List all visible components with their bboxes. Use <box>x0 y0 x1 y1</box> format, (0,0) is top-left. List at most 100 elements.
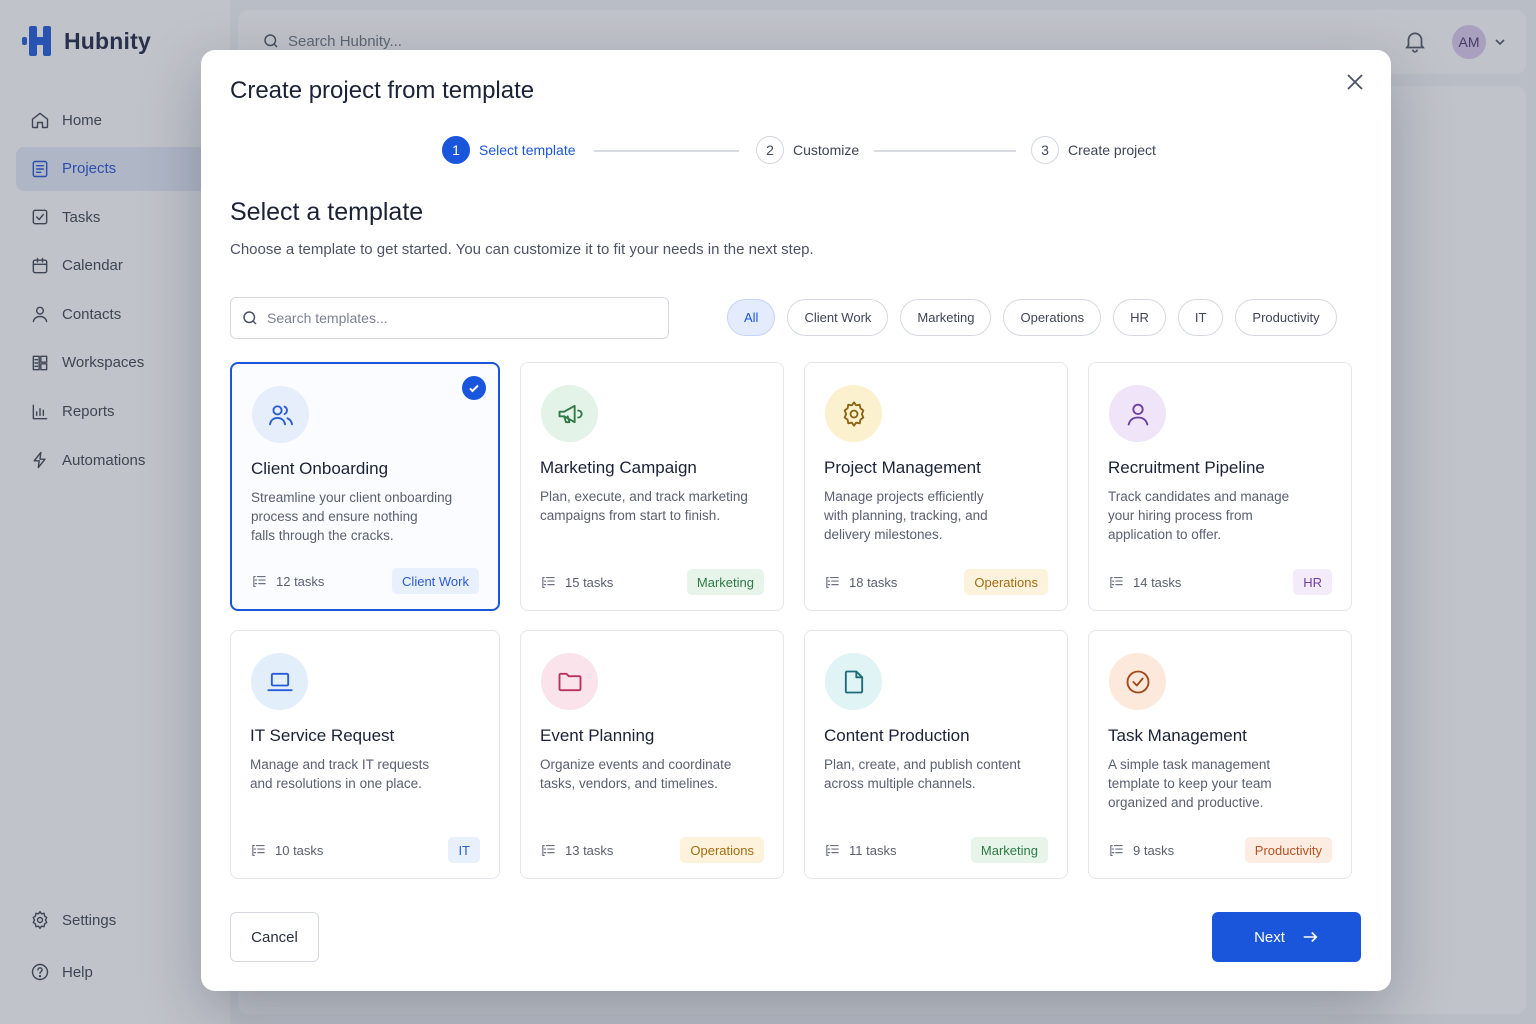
list-icon <box>826 576 839 588</box>
category-tag: IT <box>448 837 480 863</box>
card-footer: 18 tasks Operations <box>824 569 1048 595</box>
create-project-modal: Create project from template 1 Select te… <box>201 50 1391 991</box>
step-number: 1 <box>442 136 470 164</box>
template-card-task-management[interactable]: Task Management A simple task management t… <box>1088 630 1352 879</box>
category-tag: HR <box>1293 569 1332 595</box>
step-label: Select template <box>479 142 576 158</box>
task-count-label: 18 tasks <box>849 574 898 590</box>
cancel-button[interactable]: Cancel <box>230 912 319 962</box>
card-description-line: across multiple channels. <box>824 776 976 791</box>
card-icon-badge <box>541 653 598 710</box>
filter-chip-productivity[interactable]: Productivity <box>1235 299 1337 336</box>
arrow-right-icon <box>1303 931 1318 943</box>
filter-chip-operations[interactable]: Operations <box>1003 299 1102 336</box>
card-title: Content Production <box>824 726 970 745</box>
card-icon-badge <box>252 386 309 443</box>
card-footer: 9 tasks Productivity <box>1108 837 1332 863</box>
category-filters: All Client Work Marketing Operations HR IT Pro… <box>727 299 1337 336</box>
task-count: 18 tasks <box>824 574 897 591</box>
task-count-label: 11 tasks <box>849 842 897 858</box>
card-icon-badge <box>1109 653 1166 710</box>
next-button[interactable]: Next <box>1212 912 1361 962</box>
template-card-marketing-campaign[interactable]: Marketing Campaign Plan, execute, and tra… <box>520 362 784 611</box>
card-description-line: A simple task management <box>1108 757 1271 772</box>
template-card-content-production[interactable]: Content Production Plan, create, and publ… <box>804 630 1068 879</box>
task-count: 14 tasks <box>1108 574 1181 591</box>
step-number: 2 <box>756 136 784 164</box>
filter-chip-all[interactable]: All <box>727 299 776 336</box>
card-description-line: application to offer. <box>1108 527 1222 542</box>
card-description-line: process and ensure nothing <box>251 509 418 524</box>
list-icon <box>252 844 265 856</box>
task-count: 11 tasks <box>824 842 896 859</box>
category-tag: Marketing <box>970 837 1048 863</box>
task-count-label: 14 tasks <box>1133 574 1182 590</box>
step-label: Customize <box>793 142 860 158</box>
card-description-line: Organize events and coordinate <box>540 757 732 772</box>
card-description-line: Manage and track IT requests <box>250 757 430 772</box>
card-description-line: Plan, execute, and track marketing <box>540 489 748 504</box>
card-icon-badge <box>251 653 308 710</box>
users-icon <box>268 404 293 425</box>
template-search-input[interactable] <box>267 310 647 326</box>
selected-check-icon <box>462 376 486 400</box>
task-count: 12 tasks <box>251 573 324 590</box>
card-description-line: Streamline your client onboarding <box>251 490 453 505</box>
task-count-label: 15 tasks <box>565 574 614 590</box>
card-description-line: Track candidates and manage <box>1108 489 1290 504</box>
card-title: Client Onboarding <box>251 459 389 478</box>
section-title: Select a template <box>230 198 424 226</box>
task-count-label: 13 tasks <box>565 842 614 858</box>
stepper: 1 Select template 2 Customize 3 Create p… <box>442 136 1162 166</box>
category-tag: Productivity <box>1244 837 1332 863</box>
card-description: Track candidates and manage your hiring p… <box>1108 487 1333 544</box>
card-title: Task Management <box>1108 726 1247 745</box>
step-label: Create project <box>1068 142 1156 158</box>
template-card-it-service-request[interactable]: IT Service Request Manage and track IT re… <box>230 630 500 879</box>
card-footer: 14 tasks HR <box>1108 569 1332 595</box>
task-count: 9 tasks <box>1108 842 1174 859</box>
card-footer: 12 tasks Client Work <box>251 568 479 594</box>
card-description: Streamline your client onboarding process… <box>251 488 476 545</box>
card-icon-badge <box>825 385 882 442</box>
list-icon <box>1110 576 1123 588</box>
card-icon-badge <box>825 653 882 710</box>
filter-chip-marketing[interactable]: Marketing <box>900 299 992 336</box>
document-icon <box>844 670 863 693</box>
task-count: 13 tasks <box>540 842 613 859</box>
card-description-line: your hiring process from <box>1108 508 1253 523</box>
card-description-line: and resolutions in one place. <box>250 776 422 791</box>
laptop-icon <box>266 672 293 691</box>
category-tag: Marketing <box>686 569 764 595</box>
step-create-project: 3 Create project <box>1031 136 1156 164</box>
gear-icon <box>843 400 864 427</box>
filter-chip-client-work[interactable]: Client Work <box>787 299 889 336</box>
category-tag: Operations <box>964 569 1048 595</box>
close-icon <box>1347 74 1363 90</box>
task-count: 10 tasks <box>250 842 323 859</box>
template-card-recruitment-pipeline[interactable]: Recruitment Pipeline Track candidates and… <box>1088 362 1352 611</box>
template-card-project-management[interactable]: Project Management Manage projects effici… <box>804 362 1068 611</box>
list-icon <box>542 844 555 856</box>
filter-chip-it[interactable]: IT <box>1177 299 1224 336</box>
search-icon <box>243 311 257 325</box>
list-icon <box>826 844 839 856</box>
card-title: IT Service Request <box>250 726 395 745</box>
section-description: Choose a template to get started. You ca… <box>230 241 814 258</box>
step-select-template: 1 Select template <box>442 136 576 164</box>
list-icon <box>253 575 266 587</box>
filter-chip-hr[interactable]: HR <box>1113 299 1166 336</box>
card-title: Recruitment Pipeline <box>1108 458 1265 477</box>
step-connector <box>594 150 739 152</box>
template-card-client-onboarding[interactable]: Client Onboarding Streamline your client … <box>230 362 500 611</box>
card-description-line: Manage projects efficiently <box>824 489 984 504</box>
step-customize: 2 Customize <box>756 136 859 164</box>
close-button[interactable] <box>1341 68 1369 96</box>
card-title: Project Management <box>824 458 981 477</box>
card-description-line: falls through the cracks. <box>251 528 394 543</box>
template-card-event-planning[interactable]: Event Planning Organize events and coordi… <box>520 630 784 879</box>
card-footer: 11 tasks Marketing <box>824 837 1048 863</box>
card-description: Manage projects efficiently with planning… <box>824 487 1049 544</box>
task-count-label: 12 tasks <box>276 573 325 589</box>
category-tag: Client Work <box>392 568 479 594</box>
